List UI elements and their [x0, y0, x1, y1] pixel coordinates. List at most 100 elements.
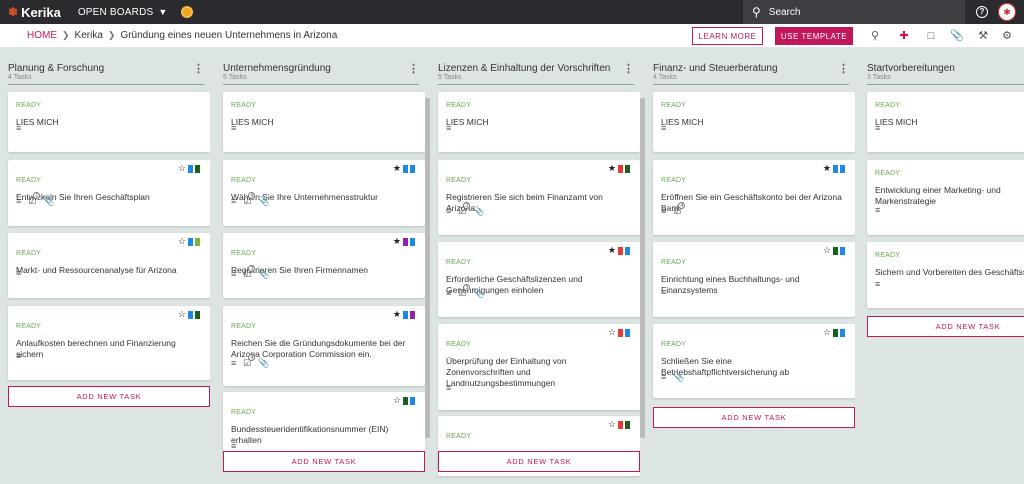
- description-icon: ≡: [661, 206, 667, 216]
- task-card[interactable]: READY Entwicklung einer Marketing- und Ma…: [867, 160, 1024, 235]
- description-icon: ≡: [875, 279, 881, 289]
- bookmark-icon: [833, 328, 838, 339]
- help-icon[interactable]: ?: [976, 6, 988, 18]
- star-icon[interactable]: ☆: [178, 164, 186, 173]
- add-new-task-button[interactable]: ADD NEW TASK: [8, 386, 210, 407]
- task-card[interactable]: READY Reichen Sie die Gründungsdokumente …: [223, 306, 425, 386]
- task-card[interactable]: READY Überprüfung der Einhaltung von Zone…: [438, 324, 640, 410]
- bookmark-icon: [840, 164, 845, 175]
- attachment-icon[interactable]: 📎: [950, 29, 964, 43]
- task-card[interactable]: READY Registrieren Sie sich beim Finanzam…: [438, 160, 640, 235]
- star-icon[interactable]: ☆: [823, 328, 831, 337]
- description-icon: ≡: [16, 123, 22, 133]
- task-title: LIES MICH: [231, 117, 274, 127]
- breadcrumb-kerika[interactable]: Kerika: [75, 30, 103, 41]
- task-meta: ≡: [16, 269, 21, 278]
- task-card[interactable]: READY Markt- und Ressourcenanalyse für Ar…: [8, 233, 210, 298]
- status-label: READY: [661, 259, 687, 266]
- chat-icon[interactable]: □: [924, 29, 938, 43]
- task-card[interactable]: READY Registrieren Sie Ihren Firmennamen ★…: [223, 233, 425, 298]
- search-input[interactable]: [768, 6, 949, 18]
- star-icon[interactable]: ☆: [178, 237, 186, 246]
- breadcrumb-bar: HOME ❯ Kerika ❯ Gründung eines neuen Unt…: [0, 24, 1024, 48]
- task-meta: ≡: [446, 384, 451, 393]
- task-card[interactable]: READY Erforderliche Geschäftslizenzen und…: [438, 242, 640, 317]
- open-boards-menu[interactable]: OPEN BOARDS ▼: [78, 7, 168, 18]
- star-icon[interactable]: ★: [608, 164, 616, 173]
- column: Lizenzen & Einhaltung der Vorschriften 5 …: [430, 48, 645, 484]
- use-template-button[interactable]: USE TEMPLATE: [775, 27, 853, 45]
- column: Startvorbereitungen3 Tasks⋮READYLIES MIC…: [859, 48, 1024, 484]
- bookmark-icon: [188, 310, 193, 321]
- task-card[interactable]: READY Wählen Sie Ihre Unternehmensstruktu…: [223, 160, 425, 226]
- star-icon[interactable]: ☆: [393, 396, 401, 405]
- task-meta: ≡: [661, 288, 666, 297]
- task-card[interactable]: READY Schließen Sie eine Betriebshaftpfli…: [653, 324, 855, 398]
- task-card[interactable]: READY LIES MICH ≡: [438, 92, 640, 152]
- sun-icon[interactable]: [181, 6, 194, 18]
- bookmark-icon: [403, 396, 408, 407]
- bookmark-icon: [618, 328, 623, 339]
- status-label: READY: [231, 323, 257, 330]
- breadcrumb-home[interactable]: HOME: [27, 30, 57, 41]
- search-icon: ⚲: [752, 5, 761, 19]
- status-label: READY: [661, 177, 687, 184]
- add-new-task-button[interactable]: ADD NEW TASK: [438, 451, 640, 472]
- star-icon[interactable]: ★: [393, 310, 401, 319]
- task-flags: ★: [823, 164, 845, 175]
- add-new-task-button[interactable]: ADD NEW TASK: [223, 451, 425, 472]
- description-icon: ≡: [446, 288, 452, 298]
- status-label: READY: [661, 341, 687, 348]
- description-icon: ≡: [16, 268, 22, 278]
- description-icon: ≡: [661, 123, 667, 133]
- star-icon[interactable]: ★: [823, 164, 831, 173]
- task-title: LIES MICH: [661, 117, 704, 127]
- bookmark-icon: [410, 164, 415, 175]
- task-title: Reichen Sie die Gründungsdokumente bei d…: [231, 338, 406, 359]
- status-label: READY: [16, 250, 42, 257]
- status-label: READY: [875, 170, 901, 177]
- task-meta: ≡ ☑ 4 📎: [231, 354, 270, 369]
- add-person-icon[interactable]: ✚: [897, 29, 911, 43]
- wrench-icon[interactable]: ⚒: [976, 29, 990, 43]
- bookmark-icon: [195, 237, 200, 248]
- gear-icon[interactable]: ⚙: [1000, 29, 1014, 43]
- task-card[interactable]: READY LIES MICH ≡: [653, 92, 855, 152]
- add-new-task-button[interactable]: ADD NEW TASK: [653, 407, 855, 428]
- task-card[interactable]: READY LIES MICH ≡: [867, 92, 1024, 152]
- star-icon[interactable]: ☆: [823, 246, 831, 255]
- column: Unternehmensgründung 5 Tasks ⋮ READY LIES MI…: [215, 48, 430, 484]
- star-icon[interactable]: ★: [608, 246, 616, 255]
- checklist-icon: ☑ 1: [28, 192, 41, 207]
- task-title: Eröffnen Sie ein Geschäftskonto bei der …: [661, 192, 842, 213]
- card-list: READY LIES MICH ≡ READY Entwickeln Sie Ihren…: [0, 48, 210, 484]
- task-card[interactable]: READY Eröffnen Sie ein Geschäftskonto bei…: [653, 160, 855, 235]
- bookmark-icon: [410, 310, 415, 321]
- search-icon[interactable]: ⚲: [868, 29, 882, 43]
- search-box[interactable]: ⚲: [743, 0, 965, 24]
- task-flags: ★: [608, 246, 630, 257]
- add-new-task-button[interactable]: ADD NEW TASK: [867, 316, 1024, 337]
- kerika-logo[interactable]: ❄ Kerika: [8, 5, 61, 20]
- task-card[interactable]: READY LIES MICH ≡: [223, 92, 425, 152]
- task-card[interactable]: READY Anlaufkosten berechnen und Finanzie…: [8, 306, 210, 380]
- task-title: Überprüfung der Einhaltung von Zonenvors…: [446, 356, 567, 388]
- bookmark-icon: [625, 420, 630, 431]
- star-icon[interactable]: ☆: [608, 420, 616, 429]
- star-icon[interactable]: ☆: [178, 310, 186, 319]
- learn-more-button[interactable]: LEARN MORE: [692, 27, 763, 45]
- task-title: Entwicklung einer Marketing- und Markens…: [875, 185, 1001, 206]
- avatar[interactable]: ✱: [998, 3, 1016, 21]
- task-card[interactable]: READY Sichern und Vorbereiten des Geschäf…: [867, 242, 1024, 308]
- star-icon[interactable]: ★: [393, 164, 401, 173]
- task-title: Einrichtung eines Buchhaltungs- und Fina…: [661, 274, 800, 295]
- task-flags: ★: [393, 237, 415, 248]
- description-icon: ≡: [231, 358, 237, 368]
- task-card[interactable]: READY LIES MICH ≡: [8, 92, 210, 152]
- task-card[interactable]: READY Entwickeln Sie Ihren Geschäftsplan ☆…: [8, 160, 210, 226]
- description-icon: ≡: [446, 123, 452, 133]
- star-icon[interactable]: ★: [393, 237, 401, 246]
- status-label: READY: [16, 177, 42, 184]
- star-icon[interactable]: ☆: [608, 328, 616, 337]
- task-card[interactable]: READY Einrichtung eines Buchhaltungs- und…: [653, 242, 855, 317]
